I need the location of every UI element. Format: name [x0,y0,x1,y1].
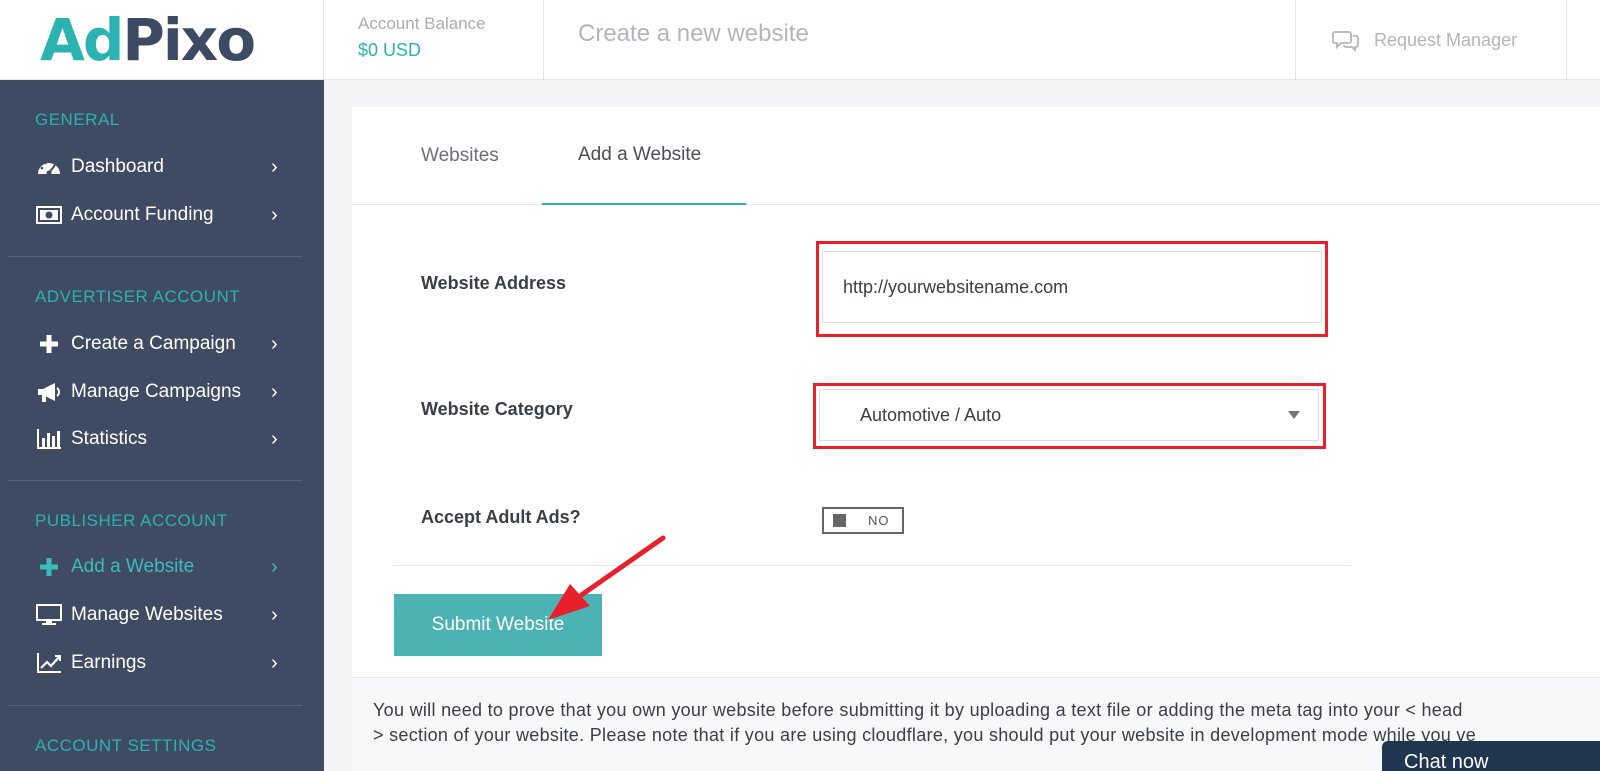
chat-now-button[interactable]: Chat now [1382,741,1600,771]
website-category-label: Website Category [421,399,573,419]
sidebar-item-earnings[interactable]: Earnings › [35,648,285,678]
chevron-right-icon: › [271,651,278,674]
megaphone-icon [35,380,63,404]
sidebar-item-add-website[interactable]: Add a Website › [35,552,285,582]
sidebar-divider [8,480,302,481]
submit-website-button[interactable]: Submit Website [394,594,602,656]
chevron-right-icon: › [271,155,278,178]
website-address-label: Website Address [421,273,567,293]
toggle-state: NO [868,513,890,528]
request-manager-button[interactable]: Request Manager [1295,0,1567,80]
money-icon [35,203,63,227]
sidebar-item-create-campaign[interactable]: Create a Campaign › [35,329,285,359]
chevron-right-icon: › [271,203,278,226]
chevron-right-icon: › [271,380,278,403]
sidebar-item-manage-campaigns[interactable]: Manage Campaigns › [35,377,285,407]
section-title-advertiser: ADVERTISER ACCOUNT [35,287,241,306]
tab-websites[interactable]: Websites [421,107,499,205]
page-title: Create a new website [578,20,809,47]
sidebar-item-dashboard[interactable]: Dashboard › [35,152,285,182]
caret-down-icon [1288,411,1300,419]
toggle-knob [833,514,846,527]
balance-label: Account Balance [358,14,486,33]
selected-category: Automotive / Auto [860,404,1002,425]
request-manager-label: Request Manager [1374,29,1518,50]
website-address-input[interactable]: http://yourwebsitename.com [822,251,1322,323]
logo-box: AdPixo [0,0,324,80]
tab-bar: Websites Add a Website [352,107,1600,205]
logo-part-ad: Ad [40,6,124,74]
adult-ads-label: Accept Adult Ads? [421,507,581,527]
plus-icon [35,332,63,356]
add-website-panel: Websites Add a Website Website Address h… [352,107,1600,677]
sidebar-item-manage-websites[interactable]: Manage Websites › [35,600,285,630]
sidebar-item-label: Manage Campaigns [71,381,242,402]
top-bar: AdPixo Account Balance $0 USD Create a n… [0,0,1600,80]
note-line: You will need to prove that you own your… [373,700,1463,720]
section-title-account-settings: ACCOUNT SETTINGS [35,736,217,755]
chevron-right-icon: › [271,427,278,450]
balance-value: $0 USD [358,40,422,60]
section-title-publisher: PUBLISHER ACCOUNT [35,511,228,530]
sidebar-item-label: Add a Website [71,556,195,577]
logo-part-pixo: Pixo [122,6,256,74]
section-title-general: GENERAL [35,110,120,129]
sidebar-divider [8,256,302,257]
line-chart-icon [35,651,63,675]
bar-chart-icon [35,427,63,451]
sidebar-item-label: Earnings [71,652,146,673]
chevron-right-icon: › [271,332,278,355]
sidebar-item-label: Create a Campaign [71,333,236,354]
website-category-select[interactable]: Automotive / Auto [819,389,1319,441]
sidebar-item-account-funding[interactable]: Account Funding › [35,200,285,230]
tab-add-website[interactable]: Add a Website [542,107,746,205]
sidebar-item-label: Statistics [71,428,148,449]
adult-ads-toggle[interactable]: NO [822,507,904,534]
chevron-right-icon: › [271,603,278,626]
monitor-icon [35,603,63,627]
logo[interactable]: AdPixo [40,4,256,76]
account-balance: Account Balance $0 USD [324,0,544,80]
sidebar: GENERAL Dashboard › Account Funding › AD… [0,80,324,771]
sidebar-item-label: Account Funding [71,204,214,225]
sidebar-item-statistics[interactable]: Statistics › [35,424,285,454]
chevron-right-icon: › [271,555,278,578]
chat-bubbles-icon [1332,31,1359,52]
sidebar-divider [8,705,302,706]
form-divider [393,565,1351,566]
plus-icon [35,555,63,579]
sidebar-item-label: Manage Websites [71,604,223,625]
dashboard-icon [35,155,63,179]
sidebar-item-label: Dashboard [71,156,164,177]
